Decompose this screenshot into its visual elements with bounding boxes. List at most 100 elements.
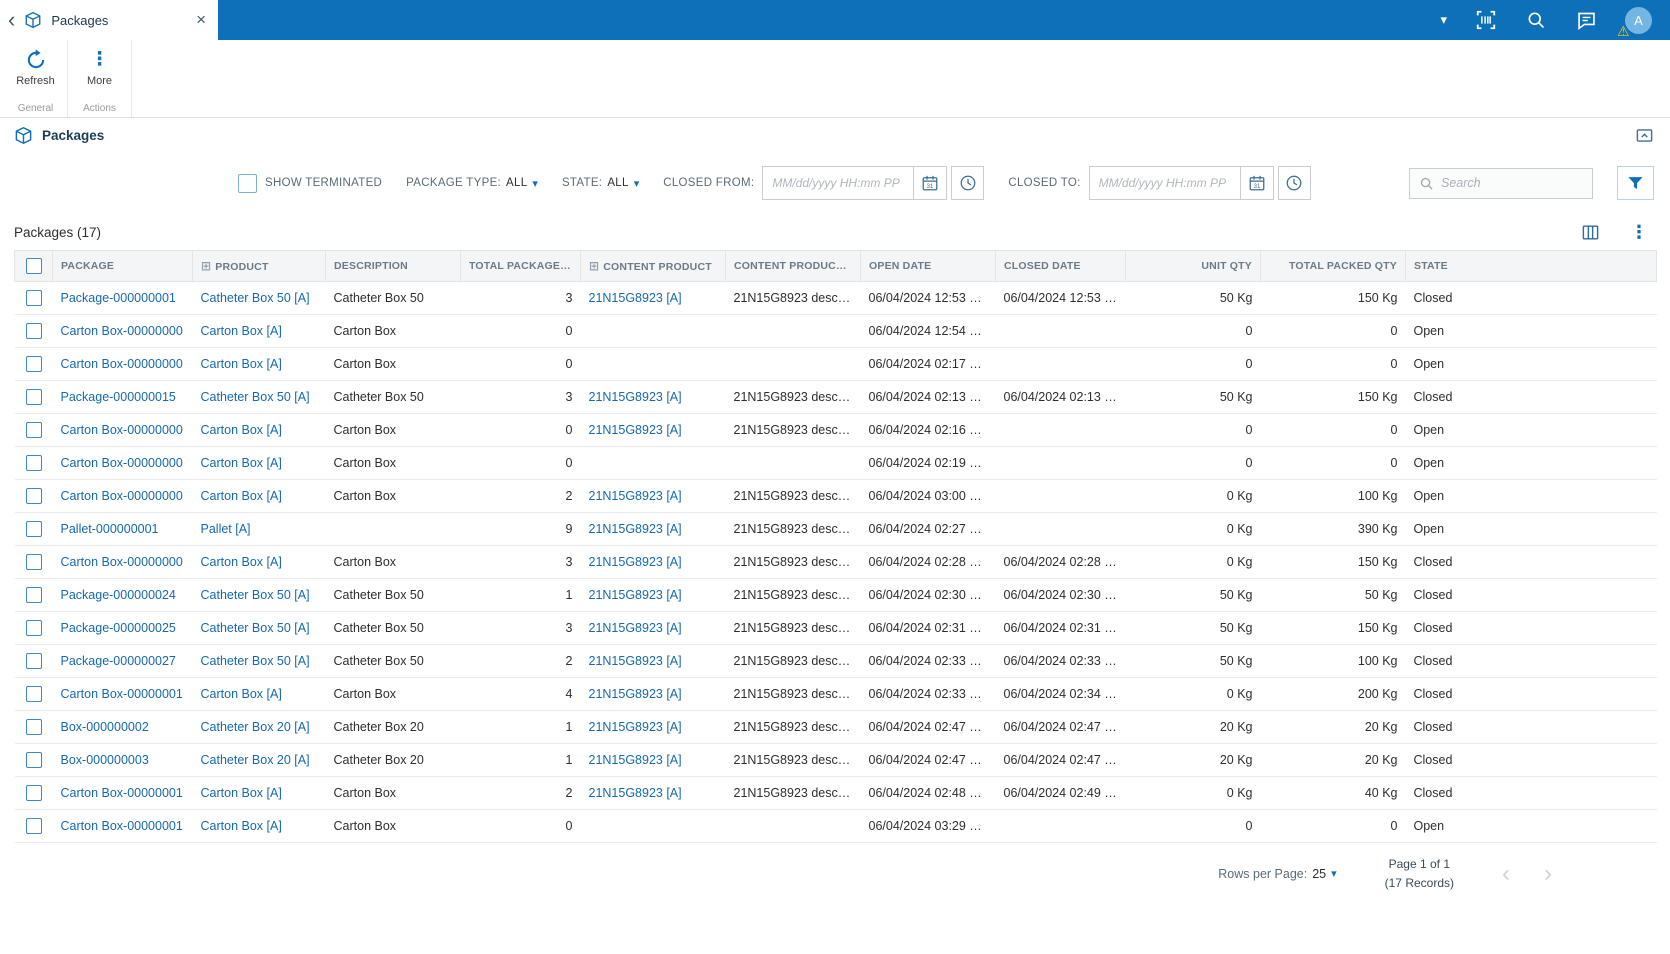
search-input[interactable] bbox=[1441, 176, 1583, 190]
col-content-product-desc[interactable]: CONTENT PRODUCT DE... bbox=[725, 250, 861, 282]
cell-content-product[interactable]: 21N15G8923 [A] bbox=[580, 776, 726, 810]
cell-product[interactable]: Carton Box [A] bbox=[192, 776, 326, 810]
row-checkbox[interactable] bbox=[25, 389, 42, 405]
cell-package[interactable]: Package-000000024 bbox=[52, 578, 193, 612]
cell-package[interactable]: Carton Box-00000000 bbox=[52, 479, 193, 513]
row-checkbox[interactable] bbox=[25, 455, 42, 471]
row-checkbox[interactable] bbox=[25, 290, 42, 306]
cell-content-product[interactable]: 21N15G8923 [A] bbox=[580, 380, 726, 414]
table-row[interactable]: Carton Box-00000000 Carton Box [A] Carto… bbox=[14, 314, 1657, 348]
row-checkbox[interactable] bbox=[25, 488, 42, 504]
row-checkbox[interactable] bbox=[25, 818, 42, 834]
cell-package[interactable]: Carton Box-00000000 bbox=[52, 545, 193, 579]
cell-package[interactable]: Carton Box-00000001 bbox=[52, 776, 193, 810]
table-row[interactable]: Package-000000027 Catheter Box 50 [A] Ca… bbox=[14, 644, 1657, 678]
row-checkbox[interactable] bbox=[25, 521, 42, 537]
chat-icon[interactable] bbox=[1575, 9, 1597, 31]
cell-package[interactable]: Carton Box-00000001 bbox=[52, 677, 193, 711]
state-dropdown[interactable]: STATE: ALL ▾ bbox=[562, 177, 639, 190]
cell-content-product[interactable]: 21N15G8923 [A] bbox=[580, 710, 726, 744]
cell-package[interactable]: Package-000000027 bbox=[52, 644, 193, 678]
table-row[interactable]: Carton Box-00000000 Carton Box [A] Carto… bbox=[14, 479, 1657, 513]
cell-product[interactable]: Catheter Box 50 [A] bbox=[192, 611, 326, 645]
package-type-dropdown[interactable]: PACKAGE TYPE: ALL ▾ bbox=[406, 177, 538, 190]
row-checkbox[interactable] bbox=[25, 653, 42, 669]
back-chevron-icon[interactable]: ‹ bbox=[8, 9, 15, 31]
cell-product[interactable]: Carton Box [A] bbox=[192, 545, 326, 579]
row-checkbox[interactable] bbox=[25, 752, 42, 768]
search-icon[interactable] bbox=[1525, 9, 1547, 31]
closed-to-input[interactable] bbox=[1089, 167, 1240, 199]
cell-product[interactable]: Carton Box [A] bbox=[192, 479, 326, 513]
row-checkbox[interactable] bbox=[25, 554, 42, 570]
table-row[interactable]: Package-000000024 Catheter Box 50 [A] Ca… bbox=[14, 578, 1657, 612]
col-total-package-qty[interactable]: TOTAL PACKAGE QTY bbox=[460, 250, 581, 282]
filter-funnel-button[interactable] bbox=[1617, 166, 1654, 200]
prev-page-icon[interactable]: ‹ bbox=[1502, 861, 1510, 886]
table-row[interactable]: Carton Box-00000000 Carton Box [A] Carto… bbox=[14, 545, 1657, 579]
cell-content-product[interactable]: 21N15G8923 [A] bbox=[580, 644, 726, 678]
row-checkbox[interactable] bbox=[25, 686, 42, 702]
cell-package[interactable]: Carton Box-00000000 bbox=[52, 347, 193, 381]
select-all-header[interactable] bbox=[14, 250, 53, 282]
table-row[interactable]: Carton Box-00000001 Carton Box [A] Carto… bbox=[14, 677, 1657, 711]
cell-product[interactable]: Carton Box [A] bbox=[192, 413, 326, 447]
cell-content-product[interactable]: 21N15G8923 [A] bbox=[580, 611, 726, 645]
table-row[interactable]: Carton Box-00000000 Carton Box [A] Carto… bbox=[14, 347, 1657, 381]
cell-package[interactable]: Pallet-000000001 bbox=[52, 512, 193, 546]
table-row[interactable]: Pallet-000000001 Pallet [A] 9 21N15G8923… bbox=[14, 512, 1657, 546]
table-row[interactable]: Package-000000015 Catheter Box 50 [A] Ca… bbox=[14, 380, 1657, 414]
cell-content-product[interactable]: 21N15G8923 [A] bbox=[580, 413, 726, 447]
show-terminated-checkbox[interactable] bbox=[238, 173, 257, 193]
cell-product[interactable]: Carton Box [A] bbox=[192, 347, 326, 381]
cell-package[interactable]: Carton Box-00000000 bbox=[52, 413, 193, 447]
cell-content-product[interactable]: 21N15G8923 [A] bbox=[580, 281, 726, 315]
cell-package[interactable]: Package-000000001 bbox=[52, 281, 193, 315]
cell-product[interactable]: Carton Box [A] bbox=[192, 677, 326, 711]
packages-tab[interactable]: ‹ Packages × bbox=[0, 0, 218, 40]
cell-content-product[interactable]: 21N15G8923 [A] bbox=[580, 743, 726, 777]
cell-package[interactable]: Carton Box-00000000 bbox=[52, 446, 193, 480]
collapse-panel-icon[interactable] bbox=[1635, 126, 1654, 145]
closed-to-calendar-icon[interactable]: 31 bbox=[1239, 167, 1273, 199]
row-checkbox[interactable] bbox=[25, 356, 42, 372]
cell-content-product[interactable] bbox=[580, 446, 726, 480]
next-page-icon[interactable]: › bbox=[1544, 861, 1552, 886]
cell-content-product[interactable]: 21N15G8923 [A] bbox=[580, 578, 726, 612]
topbar-dropdown-caret-icon[interactable]: ▾ bbox=[1440, 12, 1447, 28]
cell-content-product[interactable] bbox=[580, 314, 726, 348]
table-row[interactable]: Carton Box-00000000 Carton Box [A] Carto… bbox=[14, 413, 1657, 447]
cell-content-product[interactable] bbox=[580, 347, 726, 381]
closed-from-input[interactable] bbox=[763, 167, 914, 199]
col-state[interactable]: STATE bbox=[1405, 250, 1657, 282]
table-row[interactable]: Carton Box-00000001 Carton Box [A] Carto… bbox=[14, 776, 1657, 810]
row-checkbox[interactable] bbox=[25, 323, 42, 339]
closed-from-clock-icon[interactable] bbox=[951, 166, 985, 200]
row-checkbox[interactable] bbox=[25, 587, 42, 603]
cell-product[interactable]: Catheter Box 50 [A] bbox=[192, 281, 326, 315]
barcode-scan-icon[interactable] bbox=[1475, 9, 1497, 31]
cell-content-product[interactable]: 21N15G8923 [A] bbox=[580, 512, 726, 546]
closed-from-calendar-icon[interactable]: 31 bbox=[913, 167, 947, 199]
row-checkbox[interactable] bbox=[25, 620, 42, 636]
rows-per-page-select[interactable]: Rows per Page: 25 ▾ bbox=[1218, 867, 1336, 881]
cell-product[interactable]: Carton Box [A] bbox=[192, 809, 326, 843]
col-content-product[interactable]: ⊞ CONTENT PRODUCT bbox=[580, 250, 726, 282]
cell-package[interactable]: Carton Box-00000000 bbox=[52, 314, 193, 348]
cell-product[interactable]: Pallet [A] bbox=[192, 512, 326, 546]
col-package[interactable]: PACKAGE bbox=[52, 250, 193, 282]
table-row[interactable]: Package-000000001 Catheter Box 50 [A] Ca… bbox=[14, 281, 1657, 315]
row-checkbox[interactable] bbox=[25, 785, 42, 801]
cell-package[interactable]: Carton Box-00000001 bbox=[52, 809, 193, 843]
column-chooser-icon[interactable] bbox=[1581, 223, 1600, 242]
table-row[interactable]: Box-000000003 Catheter Box 20 [A] Cathet… bbox=[14, 743, 1657, 777]
close-tab-icon[interactable]: × bbox=[196, 10, 206, 30]
row-checkbox[interactable] bbox=[25, 422, 42, 438]
table-row[interactable]: Carton Box-00000000 Carton Box [A] Carto… bbox=[14, 446, 1657, 480]
table-row[interactable]: Package-000000025 Catheter Box 50 [A] Ca… bbox=[14, 611, 1657, 645]
cell-product[interactable]: Catheter Box 50 [A] bbox=[192, 578, 326, 612]
col-product[interactable]: ⊞ PRODUCT bbox=[192, 250, 326, 282]
cell-product[interactable]: Catheter Box 50 [A] bbox=[192, 380, 326, 414]
table-row[interactable]: Box-000000002 Catheter Box 20 [A] Cathet… bbox=[14, 710, 1657, 744]
cell-content-product[interactable]: 21N15G8923 [A] bbox=[580, 677, 726, 711]
